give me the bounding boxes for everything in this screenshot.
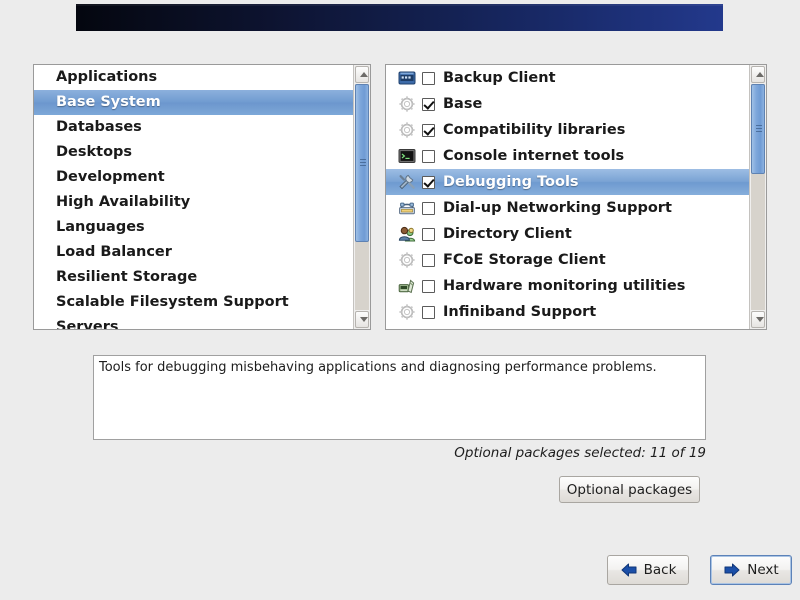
package-list-item[interactable]: Directory Client [386,221,749,247]
package-checkbox[interactable] [422,71,435,85]
package-checkbox[interactable] [422,175,435,189]
package-group-list[interactable]: Applications Base System Databases Desktops… [34,65,353,329]
package-label: Dial-up Networking Support [443,200,672,216]
scroll-up-arrow-icon[interactable] [355,66,369,83]
group-list-item[interactable]: Scalable Filesystem Support [34,290,353,315]
banner-highlight [76,4,723,6]
group-scroll-track[interactable] [355,84,369,310]
package-scroll-track[interactable] [751,84,765,310]
package-scroll-thumb[interactable] [751,84,765,175]
group-list-item[interactable]: Base System [34,90,353,115]
gear-icon [398,303,416,321]
package-label: Debugging Tools [443,174,579,190]
package-checkbox[interactable] [422,305,435,319]
package-list-scrollbar[interactable] [749,65,766,329]
package-description-box: Tools for debugging misbehaving applicat… [93,355,706,440]
group-list-item[interactable]: Servers [34,315,353,329]
group-list-scrollbar[interactable] [353,65,370,329]
package-label: Infiniband Support [443,304,597,320]
scroll-down-arrow-icon[interactable] [355,311,369,328]
telephone-icon [398,199,416,217]
package-list-item[interactable]: Base [386,91,749,117]
installer-banner [76,4,723,31]
package-checkbox[interactable] [422,227,435,241]
gear-icon [398,95,416,113]
package-list-item[interactable]: Backup Client [386,65,749,91]
package-group-panel: Applications Base System Databases Desktops… [33,64,371,330]
console-icon [398,147,416,165]
package-list-item[interactable]: Debugging Tools [386,169,749,195]
package-list-item[interactable]: Console internet tools [386,143,749,169]
package-list-item[interactable]: Dial-up Networking Support [386,195,749,221]
back-button-label: Back [643,562,677,578]
package-list-item[interactable]: Infiniband Support [386,299,749,325]
tools-icon [398,173,416,191]
package-checkbox[interactable] [422,253,435,267]
package-checkbox[interactable] [422,149,435,163]
package-checkbox[interactable] [422,123,435,137]
group-scroll-thumb[interactable] [355,84,369,243]
group-list-item[interactable]: Languages [34,215,353,240]
package-label: Compatibility libraries [443,122,626,138]
selection-panels: Applications Base System Databases Desktops… [0,64,800,330]
scroll-down-arrow-icon[interactable] [751,311,765,328]
package-label: Base [443,96,483,112]
next-button-label: Next [747,562,779,578]
hardware-monitor-icon [398,277,416,295]
installer-window: Applications Base System Databases Desktops… [0,0,800,600]
package-checkbox[interactable] [422,201,435,215]
next-button[interactable]: Next [710,555,792,585]
users-icon [398,225,416,243]
group-list-item[interactable]: Desktops [34,140,353,165]
package-description-text: Tools for debugging misbehaving applicat… [99,360,657,375]
group-list-item[interactable]: Load Balancer [34,240,353,265]
package-label: Console internet tools [443,148,625,164]
back-button[interactable]: Back [607,555,689,585]
scroll-up-arrow-icon[interactable] [751,66,765,83]
optional-packages-button[interactable]: Optional packages [559,476,700,503]
package-list-item[interactable]: Hardware monitoring utilities [386,273,749,299]
group-list-item[interactable]: Resilient Storage [34,265,353,290]
package-checkbox[interactable] [422,97,435,111]
package-list-item[interactable]: FCoE Storage Client [386,247,749,273]
package-label: Directory Client [443,226,572,242]
gear-icon [398,121,416,139]
group-list-item[interactable]: High Availability [34,190,353,215]
package-label: Hardware monitoring utilities [443,278,686,294]
package-checkbox[interactable] [422,279,435,293]
optional-packages-status: Optional packages selected: 11 of 19 [454,445,706,461]
package-checkbox-list[interactable]: Backup Client Base Compatibility libraries… [386,65,749,329]
gear-icon [398,251,416,269]
package-list-item[interactable]: Compatibility libraries [386,117,749,143]
package-label: Backup Client [443,70,556,86]
group-list-item[interactable]: Development [34,165,353,190]
package-label: FCoE Storage Client [443,252,606,268]
group-list-item[interactable]: Databases [34,115,353,140]
package-checkbox-panel: Backup Client Base Compatibility libraries… [385,64,767,330]
terminal-blue-icon [398,69,416,87]
arrow-right-icon [724,563,740,577]
group-list-item[interactable]: Applications [34,65,353,90]
arrow-left-icon [621,563,637,577]
